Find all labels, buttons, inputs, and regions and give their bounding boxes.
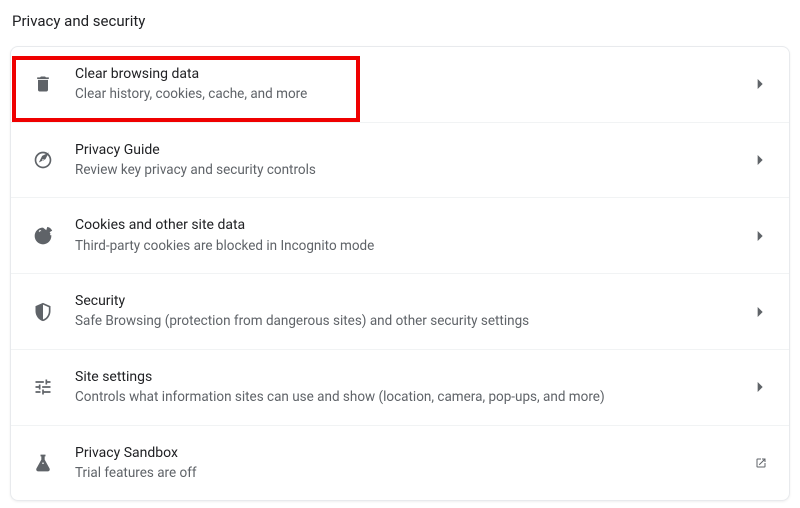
trash-icon [33, 74, 53, 94]
page-title: Privacy and security [10, 12, 790, 30]
sliders-icon [33, 377, 53, 397]
chevron-right-icon [755, 381, 767, 393]
chevron-right-icon [755, 230, 767, 242]
row-title: Privacy Sandbox [75, 444, 755, 462]
compass-icon [33, 150, 53, 170]
row-subtitle: Safe Browsing (protection from dangerous… [75, 313, 755, 331]
row-subtitle: Clear history, cookies, cache, and more [75, 86, 755, 104]
row-cookies[interactable]: Cookies and other site data Third-party … [11, 198, 789, 274]
chevron-right-icon [755, 78, 767, 90]
external-link-icon [755, 457, 767, 469]
row-text: Site settings Controls what information … [75, 368, 755, 407]
row-security[interactable]: Security Safe Browsing (protection from … [11, 274, 789, 350]
row-text: Clear browsing data Clear history, cooki… [75, 65, 755, 104]
chevron-right-icon [755, 154, 767, 166]
row-title: Security [75, 292, 755, 310]
row-clear-browsing-data[interactable]: Clear browsing data Clear history, cooki… [11, 47, 789, 123]
row-subtitle: Third-party cookies are blocked in Incog… [75, 238, 755, 256]
row-text: Privacy Sandbox Trial features are off [75, 444, 755, 483]
settings-card: Clear browsing data Clear history, cooki… [10, 46, 790, 501]
row-subtitle: Controls what information sites can use … [75, 389, 755, 407]
row-subtitle: Trial features are off [75, 465, 755, 483]
row-privacy-guide[interactable]: Privacy Guide Review key privacy and sec… [11, 123, 789, 199]
shield-icon [33, 302, 53, 322]
row-text: Security Safe Browsing (protection from … [75, 292, 755, 331]
row-site-settings[interactable]: Site settings Controls what information … [11, 350, 789, 426]
row-title: Site settings [75, 368, 755, 386]
row-text: Cookies and other site data Third-party … [75, 216, 755, 255]
row-title: Clear browsing data [75, 65, 755, 83]
row-subtitle: Review key privacy and security controls [75, 162, 755, 180]
flask-icon [33, 453, 53, 473]
cookie-icon [33, 226, 53, 246]
row-privacy-sandbox[interactable]: Privacy Sandbox Trial features are off [11, 426, 789, 501]
row-title: Cookies and other site data [75, 216, 755, 234]
chevron-right-icon [755, 306, 767, 318]
row-title: Privacy Guide [75, 141, 755, 159]
row-text: Privacy Guide Review key privacy and sec… [75, 141, 755, 180]
